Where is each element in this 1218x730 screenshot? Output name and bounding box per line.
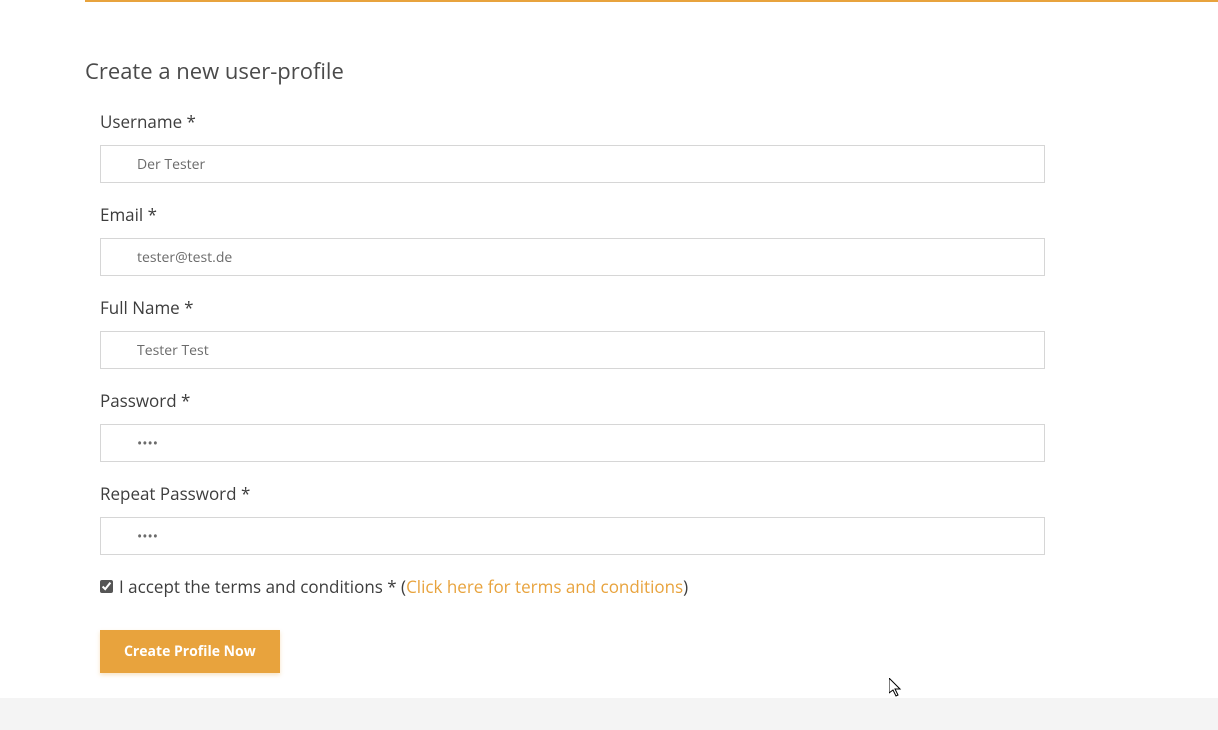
fullname-input[interactable] bbox=[100, 331, 1045, 369]
email-label: Email * bbox=[100, 203, 1133, 226]
page-content: Create a new user-profile Username * Ema… bbox=[0, 0, 1218, 673]
cursor-icon bbox=[889, 678, 903, 698]
fullname-field-group: Full Name * bbox=[100, 296, 1133, 369]
top-divider bbox=[85, 0, 1218, 2]
repeat-password-field-group: Repeat Password * bbox=[100, 482, 1133, 555]
repeat-password-label: Repeat Password * bbox=[100, 482, 1133, 505]
terms-text-suffix: ) bbox=[683, 575, 688, 598]
fullname-label: Full Name * bbox=[100, 296, 1133, 319]
repeat-password-input[interactable] bbox=[100, 517, 1045, 555]
password-label: Password * bbox=[100, 389, 1133, 412]
username-input[interactable] bbox=[100, 145, 1045, 183]
email-field-group: Email * bbox=[100, 203, 1133, 276]
password-field-group: Password * bbox=[100, 389, 1133, 462]
footer-background bbox=[0, 698, 1218, 730]
username-label: Username * bbox=[100, 110, 1133, 133]
terms-text-prefix: I accept the terms and conditions * ( bbox=[119, 575, 406, 598]
terms-link[interactable]: Click here for terms and conditions bbox=[406, 575, 683, 598]
terms-checkbox[interactable] bbox=[100, 580, 113, 593]
terms-row: I accept the terms and conditions * (Cli… bbox=[100, 575, 1133, 598]
page-title: Create a new user-profile bbox=[85, 56, 1133, 86]
password-input[interactable] bbox=[100, 424, 1045, 462]
create-profile-button[interactable]: Create Profile Now bbox=[100, 630, 280, 673]
username-field-group: Username * bbox=[100, 110, 1133, 183]
email-input[interactable] bbox=[100, 238, 1045, 276]
create-profile-form: Username * Email * Full Name * Password … bbox=[85, 110, 1133, 673]
